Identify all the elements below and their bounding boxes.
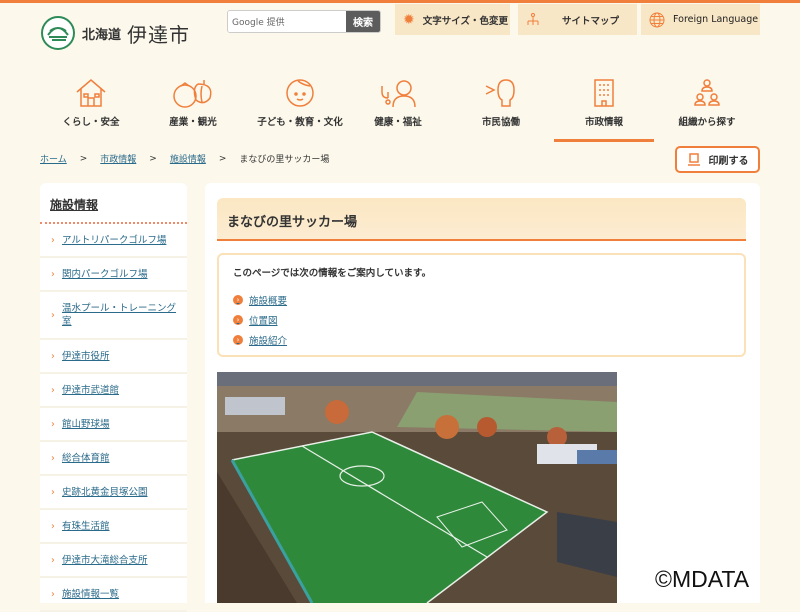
toc-link-intro[interactable]: › 施設紹介	[233, 330, 744, 350]
breadcrumb-separator: >	[218, 153, 227, 164]
building-icon	[594, 79, 614, 107]
speaking-person-icon	[485, 79, 515, 107]
vegetables-icon	[173, 80, 212, 108]
nav-municipal-info[interactable]: 市政情報	[554, 75, 654, 142]
nav-industry-tourism[interactable]: 産業・観光	[143, 75, 243, 142]
breadcrumb-current: まなびの里サッカー場	[239, 155, 330, 165]
sidebar-item[interactable]: 伊達市大滝総合支所	[40, 544, 187, 578]
toc-link-label: 施設概要	[249, 296, 288, 307]
printer-icon	[687, 153, 700, 166]
child-face-icon	[286, 79, 314, 107]
page-title: まなびの里サッカー場	[217, 198, 746, 241]
chevron-right-icon: ›	[233, 295, 243, 305]
sidebar-item[interactable]: 館山野球場	[40, 408, 187, 442]
sitemap-icon	[527, 12, 539, 25]
breadcrumb-separator: >	[79, 153, 88, 164]
nav-label: 子ども・教育・文化	[257, 117, 343, 128]
breadcrumb-home[interactable]: ホーム	[40, 152, 67, 165]
breadcrumb-municipal-info[interactable]: 市政情報	[100, 152, 136, 165]
chevron-right-icon: ›	[233, 335, 243, 345]
nav-label: 健康・福祉	[374, 117, 422, 128]
toc-link-map[interactable]: › 位置図	[233, 310, 744, 330]
nav-label: 市政情報	[584, 117, 623, 128]
nav-citizen-collaboration[interactable]: 市民協働	[451, 75, 551, 142]
sidebar-item[interactable]: 温水プール・トレーニング室	[40, 292, 187, 340]
global-nav: くらし・安全 産業・観光 子ども・教育・文化 健康・福祉 市民協働 市政情報 組…	[40, 75, 760, 142]
print-button[interactable]: 印刷する	[675, 146, 760, 173]
breadcrumb-facility-info[interactable]: 施設情報	[170, 152, 206, 165]
sidebar-item[interactable]: 総合体育館	[40, 442, 187, 476]
gear-icon: ✹	[403, 11, 415, 28]
search-input[interactable]: Google 提供	[228, 11, 346, 32]
sidebar-item[interactable]: 史跡北黄金貝塚公園	[40, 476, 187, 510]
globe-icon	[649, 12, 665, 27]
tool-label: Foreign Language	[673, 14, 759, 25]
search-button[interactable]: 検索	[346, 11, 380, 32]
doctor-icon	[381, 80, 416, 108]
tool-label: 文字サイズ・色変更	[422, 15, 508, 27]
city-emblem-icon	[41, 16, 75, 50]
tool-label: サイトマップ	[562, 15, 620, 27]
nav-living-safety[interactable]: くらし・安全	[41, 75, 141, 142]
nav-label: 組織から探す	[678, 117, 736, 128]
breadcrumb-separator: >	[149, 153, 157, 164]
soccer-field-photo	[217, 372, 617, 603]
nav-health-welfare[interactable]: 健康・福祉	[348, 75, 448, 142]
nav-label: 市民協働	[481, 117, 520, 128]
print-label: 印刷する	[708, 156, 749, 167]
main-content: まなびの里サッカー場 このページでは次の情報をご案内しています。 › 施設概要 ›…	[205, 183, 760, 603]
toc-intro: このページでは次の情報をご案内しています。	[233, 268, 432, 279]
top-accent-bar	[0, 0, 800, 3]
toc-link-label: 位置図	[249, 316, 278, 327]
foreign-language-button[interactable]: Foreign Language	[641, 4, 760, 35]
organization-icon	[694, 79, 720, 106]
sidebar-item[interactable]: 施設情報一覧	[40, 578, 187, 612]
logo-prefix: 北海道	[82, 27, 122, 43]
site-logo[interactable]: 北海道 伊達市	[40, 15, 190, 51]
sidebar: 施設情報 アルトリパークゴルフ場 関内パークゴルフ場 温水プール・トレーニング室…	[40, 183, 187, 612]
sidebar-title[interactable]: 施設情報	[40, 183, 187, 224]
sitemap-button[interactable]: サイトマップ	[518, 4, 637, 35]
nav-label: くらし・安全	[62, 117, 120, 128]
sidebar-item[interactable]: 有珠生活館	[40, 510, 187, 544]
nav-children-education[interactable]: 子ども・教育・文化	[245, 75, 355, 142]
site-search: Google 提供 検索	[227, 10, 381, 33]
toc-link-overview[interactable]: › 施設概要	[233, 290, 744, 310]
house-icon	[76, 79, 106, 107]
sidebar-item[interactable]: 伊達市武道館	[40, 374, 187, 408]
page-contents-box: このページでは次の情報をご案内しています。 › 施設概要 › 位置図 › 施設紹介	[217, 253, 746, 357]
nav-by-organization[interactable]: 組織から探す	[657, 75, 757, 142]
font-size-color-button[interactable]: ✹ 文字サイズ・色変更	[395, 4, 510, 35]
sidebar-item[interactable]: アルトリパークゴルフ場	[40, 224, 187, 258]
logo-city: 伊達市	[127, 22, 191, 47]
chevron-right-icon: ›	[233, 315, 243, 325]
toc-link-label: 施設紹介	[249, 336, 288, 347]
watermark: ©MDATA	[655, 566, 750, 592]
sidebar-item[interactable]: 関内パークゴルフ場	[40, 258, 187, 292]
breadcrumb: ホーム > 市政情報 > 施設情報 > まなびの里サッカー場	[40, 152, 330, 166]
nav-label: 産業・観光	[169, 117, 217, 128]
sidebar-item[interactable]: 伊達市役所	[40, 340, 187, 374]
